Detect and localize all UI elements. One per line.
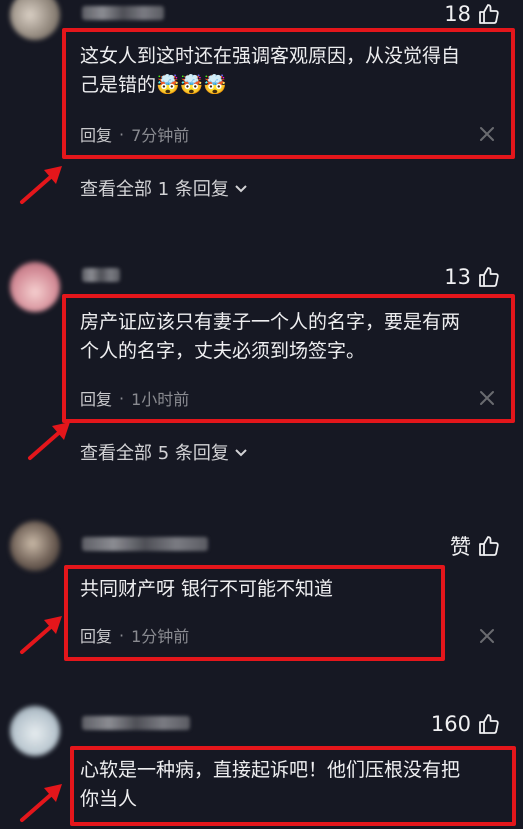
like-count: 赞 (450, 535, 471, 559)
comment-text-line: 房产证应该只有妻子一个人的名字，要是有两 (80, 311, 461, 333)
view-replies-button[interactable]: 查看全部 5 条回复 (80, 439, 249, 465)
username[interactable] (82, 6, 164, 20)
comment-text-line: 己是错的🤯🤯🤯 (80, 74, 227, 96)
view-replies-label: 查看全部 1 条回复 (80, 179, 229, 200)
comment-text: 心软是一种病，直接起诉吧！他们压根没有把 你当人 (80, 756, 460, 814)
thumbs-up-icon (479, 714, 499, 734)
comment-meta: 回复 · 1分钟前 (80, 623, 189, 647)
timestamp: 1分钟前 (131, 627, 190, 646)
reply-button[interactable]: 回复 (80, 122, 112, 146)
comment-text-line: 心软是一种病，直接起诉吧！他们压根没有把 (80, 759, 461, 781)
avatar[interactable] (10, 0, 60, 40)
meta-separator: · (119, 388, 125, 408)
timestamp: 7分钟前 (131, 126, 190, 145)
red-arrow-annotation (20, 784, 62, 822)
reply-button[interactable]: 回复 (80, 386, 112, 410)
comment-text: 房产证应该只有妻子一个人的名字，要是有两 个人的名字，丈夫必须到场签字。 (80, 308, 460, 366)
comment-text-line: 个人的名字，丈夫必须到场签字。 (80, 340, 366, 362)
thumbs-up-icon (479, 4, 499, 24)
red-arrow-annotation (20, 166, 62, 204)
chevron-down-icon (235, 185, 247, 193)
avatar[interactable] (10, 262, 60, 312)
reply-button[interactable]: 回复 (80, 623, 112, 647)
comment-meta: 回复 · 7分钟前 (80, 122, 189, 146)
like-count: 18 (444, 2, 471, 26)
avatar[interactable] (10, 521, 60, 571)
like-count: 13 (444, 265, 471, 289)
chevron-down-icon (235, 449, 247, 457)
like-count: 160 (430, 712, 471, 736)
view-replies-button[interactable]: 查看全部 1 条回复 (80, 175, 249, 201)
close-icon[interactable] (479, 126, 495, 142)
view-replies-label: 查看全部 5 条回复 (80, 443, 229, 464)
red-arrow-annotation (20, 616, 62, 654)
avatar[interactable] (10, 706, 60, 756)
like-button[interactable]: 18 (444, 2, 501, 26)
like-button[interactable]: 13 (444, 265, 501, 289)
red-arrow-annotation (28, 422, 70, 460)
timestamp: 1小时前 (131, 390, 190, 409)
thumbs-up-icon (479, 536, 499, 556)
comment-text: 共同财产呀 银行不可能不知道 (80, 575, 333, 604)
like-button[interactable]: 160 (431, 712, 501, 736)
comment-text: 这女人到这时还在强调客观原因，从没觉得自 己是错的🤯🤯🤯 (80, 42, 460, 100)
meta-separator: · (119, 625, 125, 645)
username[interactable] (82, 716, 190, 730)
meta-separator: · (119, 124, 125, 144)
thumbs-up-icon (479, 267, 499, 287)
username[interactable] (82, 268, 120, 282)
username[interactable] (82, 537, 208, 551)
comment-meta: 回复 · 1小时前 (80, 386, 189, 410)
close-icon[interactable] (479, 628, 495, 644)
comment-text-line: 你当人 (80, 788, 138, 810)
close-icon[interactable] (479, 390, 495, 406)
comment-text-line: 共同财产呀 银行不可能不知道 (80, 578, 334, 600)
comment-text-line: 这女人到这时还在强调客观原因，从没觉得自 (80, 45, 461, 67)
like-button[interactable]: 赞 (450, 531, 501, 561)
